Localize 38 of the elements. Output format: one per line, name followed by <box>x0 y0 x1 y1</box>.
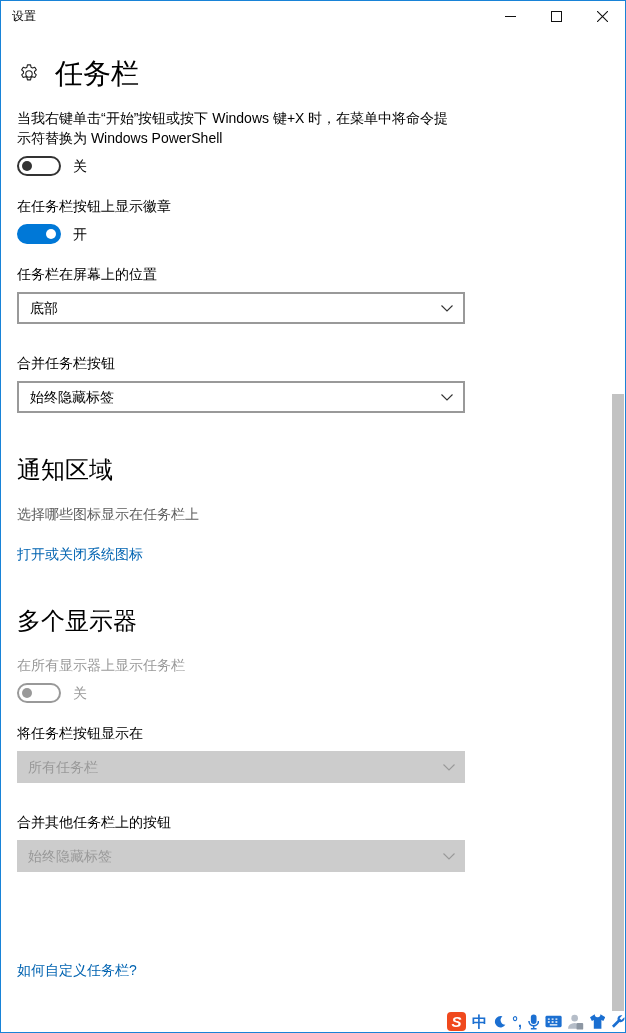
input-mode-button[interactable]: 中 <box>472 1012 487 1031</box>
section-heading: 多个显示器 <box>17 606 138 636</box>
setting-label: 合并任务栏按钮 <box>17 354 116 373</box>
toggle-state-text: 关 <box>73 684 87 703</box>
toggle-switch[interactable] <box>17 156 61 176</box>
dropdown[interactable]: 始终隐藏标签 <box>17 381 465 413</box>
wrench-icon[interactable] <box>610 1014 625 1029</box>
toggle-state-text: 开 <box>73 225 87 244</box>
setting-label: 当我右键单击“开始”按钮或按下 Windows 键+X 时，在菜单中将命令提示符替换为 Windows PowerShell <box>17 109 450 148</box>
dropdown[interactable]: 底部 <box>17 292 465 324</box>
punctuation-button[interactable]: °, <box>512 1012 522 1031</box>
section-heading: 通知区域 <box>17 455 114 485</box>
help-link[interactable]: 如何自定义任务栏? <box>17 960 137 980</box>
shirt-icon[interactable] <box>589 1014 605 1029</box>
user-icon[interactable] <box>568 1013 584 1030</box>
scrollbar-thumb[interactable] <box>612 394 624 1011</box>
page-title: 任务栏 <box>55 57 139 91</box>
chevron-down-icon <box>441 393 453 401</box>
close-icon <box>596 11 608 22</box>
setting-label: 将任务栏按钮显示在 <box>17 724 144 743</box>
setting-label: 任务栏在屏幕上的位置 <box>17 265 158 284</box>
window-title: 设置 <box>12 8 36 24</box>
keyboard-icon[interactable] <box>545 1015 563 1028</box>
chevron-down-icon <box>443 763 455 771</box>
microphone-icon[interactable] <box>527 1013 540 1030</box>
setting-label: 在任务栏按钮上显示徽章 <box>17 197 172 216</box>
chevron-down-icon <box>443 852 455 860</box>
chevron-down-icon <box>441 304 453 312</box>
maximize-icon <box>550 11 562 22</box>
settings-link[interactable]: 打开或关闭系统图标 <box>17 544 143 564</box>
moon-icon[interactable] <box>493 1014 507 1029</box>
setting-label: 在所有显示器上显示任务栏 <box>17 656 186 675</box>
toggle-switch[interactable] <box>17 224 61 244</box>
toggle-state-text: 关 <box>73 157 87 176</box>
ime-logo[interactable]: S <box>447 1012 466 1031</box>
minimize-icon <box>504 16 516 17</box>
setting-label: 合并其他任务栏上的按钮 <box>17 813 172 832</box>
description-text: 选择哪些图标显示在任务栏上 <box>17 505 200 524</box>
